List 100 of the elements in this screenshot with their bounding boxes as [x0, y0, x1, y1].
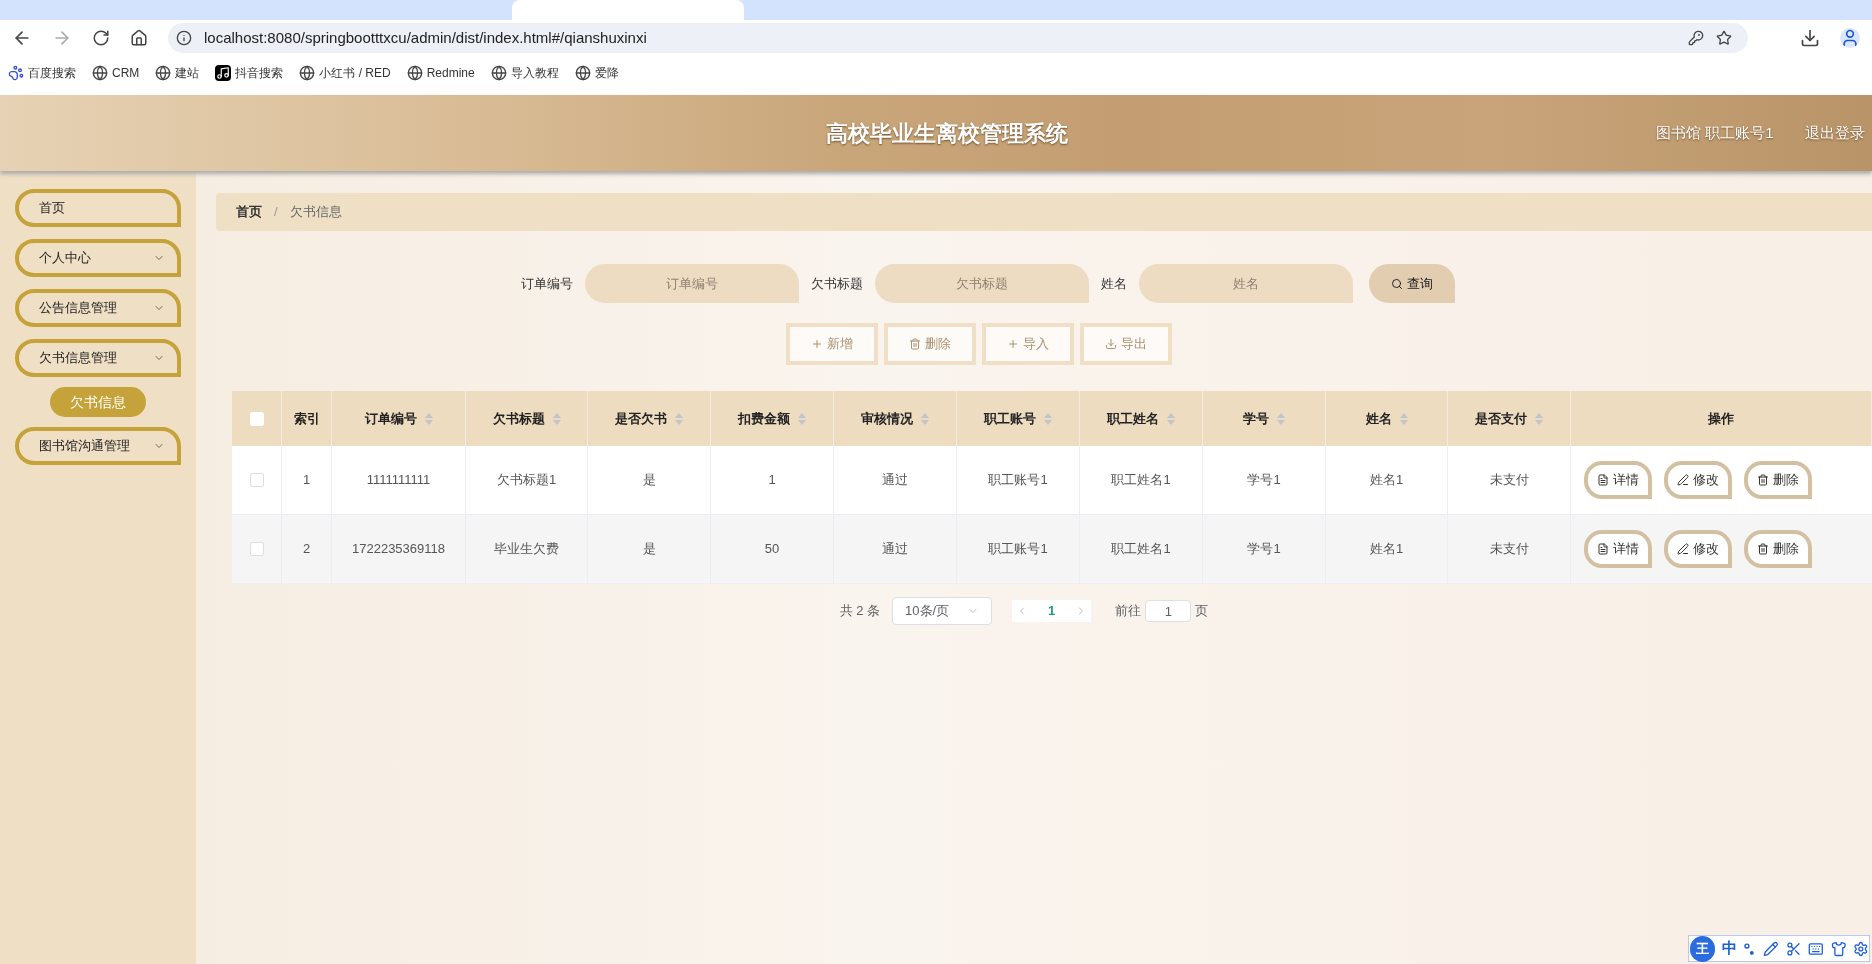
pencil-icon [1677, 474, 1689, 486]
pencil-icon[interactable] [1763, 940, 1779, 957]
bookmark[interactable]: 百度搜索 [8, 64, 76, 82]
music-note-icon [215, 65, 232, 81]
keyboard-icon[interactable] [1808, 940, 1824, 957]
star-icon[interactable] [1716, 30, 1732, 46]
breadcrumb-separator: / [274, 203, 278, 222]
sidebar-item[interactable]: 图书馆沟通管理 [15, 427, 181, 465]
url-text: localhost:8080/springbootttxcu/admin/dist/index.html#/qianshuxinxi [204, 27, 648, 48]
sort-icon[interactable] [921, 412, 929, 425]
user-label: 图书馆 职工账号1 [1656, 122, 1774, 143]
sort-icon[interactable] [1044, 412, 1052, 425]
field-label: 姓名 [1101, 274, 1127, 293]
sort-icon[interactable] [1399, 412, 1408, 425]
profile-icon[interactable] [1840, 28, 1860, 48]
total-count: 共 2 条 [839, 602, 881, 621]
sidebar-item[interactable]: 欠书信息管理 [15, 339, 181, 377]
globe-icon [155, 65, 172, 81]
address-bar[interactable]: localhost:8080/springbootttxcu/admin/dist/index.html#/qianshuxinxi [168, 23, 1748, 53]
sort-icon[interactable] [1277, 412, 1285, 425]
sort-icon[interactable] [1535, 412, 1543, 425]
search-field[interactable]: 姓名 [1139, 264, 1353, 303]
shirt-icon[interactable] [1830, 940, 1847, 957]
row-action-button[interactable]: 删除 [1744, 530, 1812, 568]
bookmark[interactable]: 抖音搜索 [215, 64, 284, 82]
sort-icon[interactable] [552, 412, 561, 425]
app-title: 高校毕业生离校管理系统 [826, 119, 1068, 148]
table-cell-text: 1 [768, 471, 776, 490]
info-icon[interactable] [176, 30, 192, 46]
search-field[interactable]: 订单编号 [585, 264, 799, 303]
table-cell-text: 50 [764, 540, 780, 559]
bookmark[interactable]: 导入教程 [490, 64, 559, 82]
globe-icon [574, 65, 591, 81]
sidebar-item[interactable]: 公告信息管理 [15, 289, 181, 327]
table-cell-text: 2 [302, 540, 311, 559]
scissors-icon[interactable] [1785, 940, 1802, 957]
checkbox[interactable] [249, 542, 264, 556]
table-cell-text: 是 [642, 471, 656, 490]
search-field[interactable]: 欠书标题 [875, 264, 1089, 303]
breadcrumb-item[interactable]: 首页 [236, 202, 262, 222]
table-cell-text: 毕业生欠费 [494, 540, 559, 559]
field-label: 欠书标题 [811, 274, 863, 293]
row-action-button[interactable]: 修改 [1664, 530, 1732, 568]
row-action-button[interactable]: 详情 [1584, 461, 1652, 499]
punctuation-icon[interactable] [1744, 941, 1757, 956]
column-header: 操作 [1708, 409, 1734, 428]
sort-icon[interactable] [798, 412, 806, 425]
table-cell-text: 欠书标题1 [496, 471, 557, 490]
settings-icon[interactable] [1853, 940, 1869, 957]
sort-icon[interactable] [675, 412, 683, 425]
sort-icon[interactable] [424, 412, 433, 425]
column-header: 订单编号 [364, 409, 417, 428]
globe-icon [490, 65, 507, 81]
plus-icon [1007, 338, 1019, 350]
bookmark[interactable]: 爱降 [574, 64, 619, 82]
column-header: 学号 [1243, 409, 1269, 428]
table-cell-text: 职工姓名1 [1111, 540, 1171, 559]
trash-icon [1757, 543, 1769, 555]
column-header: 欠书标题 [492, 409, 545, 428]
paw-icon [8, 65, 24, 81]
row-action-button[interactable]: 详情 [1584, 530, 1652, 568]
search-icon [1391, 277, 1403, 290]
row-action-button[interactable]: 删除 [1744, 461, 1812, 499]
table-cell-text: 1 [302, 471, 311, 490]
trash-icon [1757, 474, 1769, 486]
sort-icon[interactable] [1167, 412, 1175, 425]
globe-icon [406, 65, 423, 81]
sidebar-item[interactable]: 首页 [15, 189, 181, 227]
ime-logo[interactable]: 王 [1690, 935, 1716, 962]
row-action-button[interactable]: 修改 [1664, 461, 1732, 499]
globe-icon [299, 65, 316, 81]
plus-icon [811, 338, 823, 350]
page-input[interactable]: 1 [1145, 600, 1192, 622]
search-button[interactable]: 查询 [1369, 264, 1455, 303]
table-cell-text: 姓名1 [1369, 471, 1404, 490]
reload-icon[interactable] [92, 29, 110, 47]
table-cell-text: 职工账号1 [988, 471, 1048, 490]
bookmark[interactable]: 小红书 / RED [299, 64, 391, 82]
table-cell-text: 学号1 [1247, 471, 1281, 490]
home-icon[interactable] [130, 29, 148, 47]
table-cell-text: 姓名1 [1369, 540, 1404, 559]
bookmark[interactable]: Redmine [406, 64, 475, 82]
bookmark[interactable]: CRM [92, 64, 140, 82]
table-cell-text: 职工姓名1 [1111, 471, 1171, 490]
page-size-select[interactable]: 10条/页 [892, 597, 993, 625]
field-label: 订单编号 [521, 274, 573, 293]
input-mode-toggle[interactable]: 中 [1722, 937, 1738, 960]
goto-label: 前往 [1115, 602, 1142, 621]
download-icon[interactable] [1800, 28, 1820, 48]
sidebar-item[interactable]: 个人中心 [15, 239, 181, 277]
key-icon[interactable] [1688, 30, 1704, 46]
trash-icon [909, 338, 921, 350]
table-cell-text: 1111111111 [366, 471, 431, 490]
column-header: 职工姓名 [1107, 409, 1159, 428]
table-cell-text: 通过 [882, 540, 908, 559]
bookmark[interactable]: 建站 [155, 64, 200, 82]
checkbox[interactable] [249, 473, 264, 487]
breadcrumb-item: 欠书信息 [289, 203, 342, 222]
column-header: 索引 [293, 409, 320, 428]
browser-tab[interactable] [512, 0, 744, 20]
